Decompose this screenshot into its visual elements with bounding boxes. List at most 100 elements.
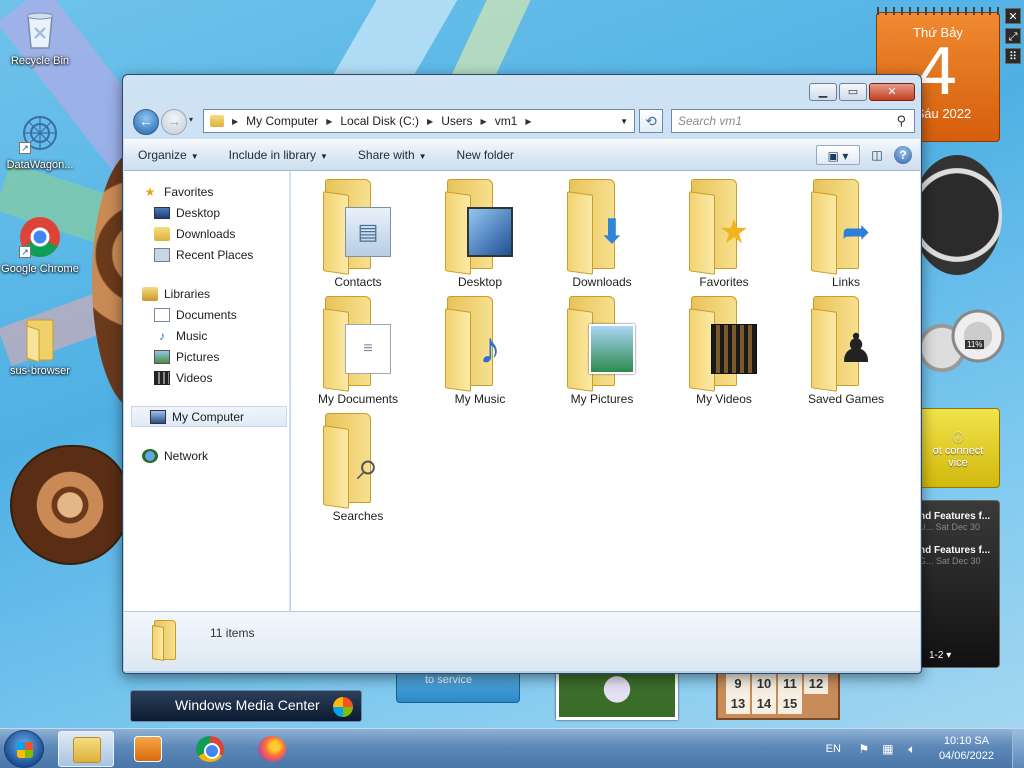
show-desktop-button[interactable] xyxy=(1012,729,1024,768)
minimize-button[interactable]: ▁ xyxy=(809,83,837,101)
address-bar[interactable]: ▶ My Computer ▶ Local Disk (C:) ▶ Users … xyxy=(203,109,635,133)
organize-button[interactable]: Organize ▼ xyxy=(138,148,199,162)
nav-desktop[interactable]: Desktop xyxy=(124,202,289,223)
feed-headlines-gadget[interactable]: nd Features f... U... Sat Dec 30 nd Feat… xyxy=(914,500,1000,668)
folder-icon xyxy=(152,620,182,661)
back-button[interactable]: ← xyxy=(133,109,159,135)
start-button[interactable] xyxy=(4,730,44,768)
firefox-icon xyxy=(258,736,286,762)
puzzle-tile[interactable]: 9 xyxy=(726,674,750,694)
tray-clock[interactable]: 10:10 SA 04/06/2022 xyxy=(939,734,994,764)
gadget-close-icon[interactable]: ✕ xyxy=(1005,8,1021,24)
chevron-right-icon[interactable]: ▶ xyxy=(232,117,238,126)
include-in-library-button[interactable]: Include in library ▼ xyxy=(229,148,328,162)
desktop-icon-sus-browser[interactable]: sus-browser xyxy=(0,318,80,378)
slideshow-gadget[interactable] xyxy=(556,668,678,720)
feed-item[interactable]: nd Features f... U... Sat Dec 30 xyxy=(919,511,995,533)
help-icon[interactable]: ? xyxy=(894,146,912,164)
nav-pictures[interactable]: Pictures xyxy=(124,346,289,367)
new-folder-button[interactable]: New folder xyxy=(457,148,514,162)
puzzle-tile[interactable]: 12 xyxy=(804,674,828,694)
cpu-meter-gadget[interactable]: 11% xyxy=(915,300,1005,380)
nav-network[interactable]: Network xyxy=(124,445,289,466)
close-button[interactable]: ✕ xyxy=(869,83,915,101)
explorer-window[interactable]: ▁ ▭ ✕ ← → ▾ ▶ My Computer ▶ Local Disk (… xyxy=(122,74,922,674)
nav-music[interactable]: ♪ Music xyxy=(124,325,289,346)
folder-icon xyxy=(19,318,61,363)
volume-icon[interactable]: 🔈︎ xyxy=(905,742,919,756)
clock-gadget[interactable] xyxy=(912,155,1002,275)
picture-puzzle-gadget[interactable]: 9 10 11 12 13 14 15 xyxy=(716,666,840,720)
desktop-icon-datawagon[interactable]: ↗ DataWagon... xyxy=(0,112,80,172)
forward-button[interactable]: → xyxy=(161,109,187,135)
folder-my-pictures[interactable]: My Pictures xyxy=(541,296,663,413)
desktop-icon-google-chrome[interactable]: ↗ Google Chrome xyxy=(0,216,80,276)
taskbar-chrome-button[interactable] xyxy=(182,731,238,767)
music-folder-icon: ♪ xyxy=(445,296,515,392)
navigation-pane[interactable]: ★ Favorites Desktop Downloads Recent Plac… xyxy=(124,171,290,611)
share-with-button[interactable]: Share with ▼ xyxy=(358,148,427,162)
puzzle-tile[interactable]: 13 xyxy=(726,694,750,714)
folder-downloads[interactable]: ⬇ Downloads xyxy=(541,179,663,296)
breadcrumb-local-disk[interactable]: Local Disk (C:) xyxy=(340,114,419,128)
preview-pane-icon[interactable]: ◫ xyxy=(866,145,888,165)
chevron-right-icon[interactable]: ▶ xyxy=(427,117,433,126)
nav-favorites[interactable]: ★ Favorites xyxy=(124,181,289,202)
media-center-gadget[interactable]: Windows Media Center xyxy=(130,690,362,722)
nav-recent-places[interactable]: Recent Places xyxy=(124,244,289,265)
taskbar-media-player-button[interactable] xyxy=(120,731,176,767)
desktop-icon-recycle-bin[interactable]: Recycle Bin xyxy=(0,8,80,68)
taskbar-explorer-button[interactable] xyxy=(58,731,114,767)
feed-pager[interactable]: 1-2 ▾ xyxy=(929,650,951,661)
file-list[interactable]: ▤ Contacts Desktop ⬇ Downloads ★ Favorit… xyxy=(291,171,920,611)
wallpaper-turtle-head xyxy=(10,445,130,565)
feed-item-meta: U... Sat Dec 30 xyxy=(919,522,981,532)
puzzle-tile[interactable]: 10 xyxy=(752,674,776,694)
gadget-resize-icon[interactable]: ⤢ xyxy=(1005,28,1021,44)
taskbar: EN ⚑ ▦ 🔈︎ 10:10 SA 04/06/2022 xyxy=(0,728,1024,768)
breadcrumb-vm1[interactable]: vm1 xyxy=(495,114,518,128)
address-dropdown-icon[interactable]: ▼ xyxy=(620,117,628,126)
folder-saved-games[interactable]: ♟ Saved Games xyxy=(785,296,907,413)
search-input[interactable]: Search vm1 ⚲ xyxy=(671,109,915,133)
recent-pages-dropdown[interactable]: ▾ xyxy=(189,115,193,124)
taskbar-firefox-button[interactable] xyxy=(244,731,300,767)
folder-my-videos[interactable]: My Videos xyxy=(663,296,785,413)
nav-documents[interactable]: Documents xyxy=(124,304,289,325)
chevron-right-icon[interactable]: ▶ xyxy=(481,117,487,126)
title-bar[interactable]: ▁ ▭ ✕ xyxy=(123,75,921,105)
gadget-drag-handle-icon[interactable]: ⠿ xyxy=(1005,48,1021,64)
network-status-icon[interactable]: ▦ xyxy=(881,742,895,756)
puzzle-tile[interactable]: 11 xyxy=(778,674,802,694)
puzzle-tile[interactable]: 14 xyxy=(752,694,776,714)
folder-my-documents[interactable]: ≡ My Documents xyxy=(297,296,419,413)
folder-favorites[interactable]: ★ Favorites xyxy=(663,179,785,296)
change-view-button[interactable]: ▣ ▾ xyxy=(816,145,860,165)
downloads-folder-icon: ⬇ xyxy=(567,179,637,275)
nav-my-computer[interactable]: My Computer xyxy=(131,406,287,427)
nav-downloads[interactable]: Downloads xyxy=(124,223,289,244)
action-center-icon[interactable]: ⚑ xyxy=(857,742,871,756)
weather-gadget[interactable]: ⓘ ot connect vice xyxy=(916,408,1000,488)
search-icon[interactable]: ⚲ xyxy=(896,113,906,129)
saved-games-folder-icon: ♟ xyxy=(811,296,881,392)
chevron-right-icon[interactable]: ▶ xyxy=(326,117,332,126)
language-indicator[interactable]: EN xyxy=(826,743,841,755)
breadcrumb-my-computer[interactable]: My Computer xyxy=(246,114,318,128)
folder-my-music[interactable]: ♪ My Music xyxy=(419,296,541,413)
nav-videos[interactable]: Videos xyxy=(124,367,289,388)
weather-line: ot connect xyxy=(932,445,984,457)
folder-searches[interactable]: ⌕ Searches xyxy=(297,413,419,530)
maximize-button[interactable]: ▭ xyxy=(839,83,867,101)
breadcrumb-users[interactable]: Users xyxy=(441,114,472,128)
nav-libraries[interactable]: Libraries xyxy=(124,283,289,304)
puzzle-tile[interactable]: 15 xyxy=(778,694,802,714)
folder-contacts[interactable]: ▤ Contacts xyxy=(297,179,419,296)
links-folder-icon: ➦ xyxy=(811,179,881,275)
chevron-right-icon[interactable]: ▶ xyxy=(525,117,531,126)
folder-desktop[interactable]: Desktop xyxy=(419,179,541,296)
refresh-button[interactable]: ⟲ xyxy=(639,109,663,133)
feed-item[interactable]: nd Features f... G... Sat Dec 30 xyxy=(919,545,995,567)
folder-links[interactable]: ➦ Links xyxy=(785,179,907,296)
desktop-icon xyxy=(154,206,170,219)
